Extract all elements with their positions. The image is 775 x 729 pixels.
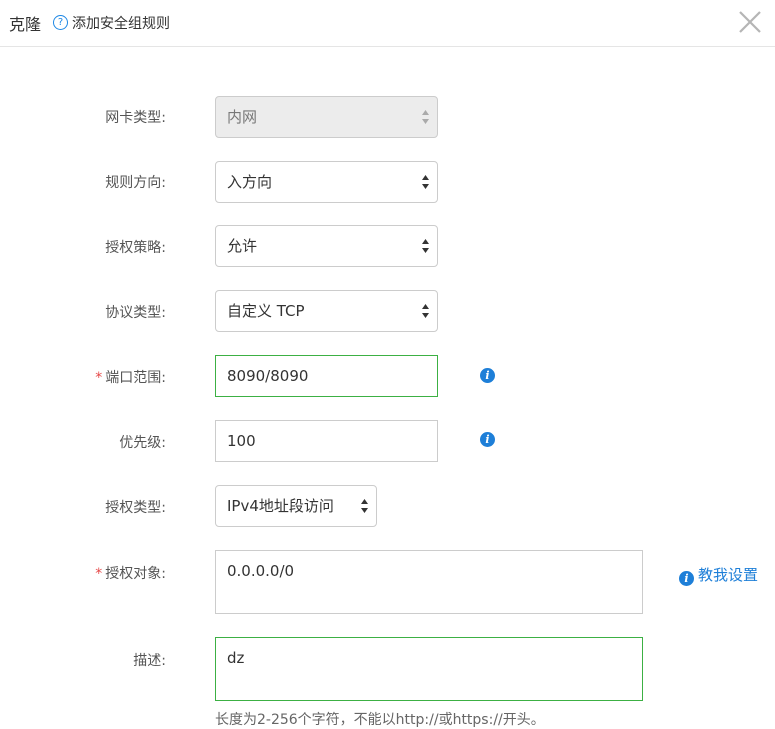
port-range-label-text: 端口范围: xyxy=(105,370,166,386)
port-range-value: 8090/8090 xyxy=(227,367,309,385)
help-setup-link[interactable]: i 教我设置 xyxy=(679,564,758,586)
protocol-label: 协议类型: xyxy=(105,305,166,321)
auth-object-value: 0.0.0.0/0 xyxy=(227,562,295,580)
dialog-title: 克隆 xyxy=(9,15,42,34)
auth-type-select[interactable]: IPv4地址段访问 xyxy=(215,485,377,527)
dialog-header: 克隆 ? 添加安全组规则 xyxy=(0,0,775,47)
help-setup-link-text: 教我设置 xyxy=(698,566,759,584)
info-icon[interactable]: i xyxy=(480,432,495,447)
select-arrows-icon xyxy=(422,239,429,253)
direction-select[interactable]: 入方向 xyxy=(215,161,438,203)
info-icon[interactable]: i xyxy=(480,368,495,383)
required-mark: * xyxy=(95,370,103,386)
protocol-value: 自定义 TCP xyxy=(227,302,305,320)
policy-value: 允许 xyxy=(227,237,258,255)
auth-object-label: * 授权对象: xyxy=(0,563,166,583)
description-hint: 长度为2-256个字符，不能以http://或https://开头。 xyxy=(215,712,545,728)
priority-label: 优先级: xyxy=(119,435,166,451)
close-icon[interactable] xyxy=(737,9,763,35)
info-icon: i xyxy=(679,571,694,586)
policy-select[interactable]: 允许 xyxy=(215,225,438,267)
auth-object-textarea[interactable]: 0.0.0.0/0 xyxy=(215,550,643,614)
nic-type-select: 内网 xyxy=(215,96,438,138)
description-textarea[interactable]: dz xyxy=(215,637,643,701)
select-arrows-icon xyxy=(361,499,368,513)
port-range-input[interactable]: 8090/8090 xyxy=(215,355,438,397)
description-label: 描述: xyxy=(133,653,166,669)
nic-type-label: 网卡类型: xyxy=(105,110,166,126)
dialog-subtitle: 添加安全组规则 xyxy=(72,16,170,32)
select-arrows-icon xyxy=(422,304,429,318)
select-arrows-icon xyxy=(422,110,429,124)
auth-type-label: 授权类型: xyxy=(105,500,166,516)
priority-input[interactable]: 100 xyxy=(215,420,438,462)
description-value: dz xyxy=(227,649,245,667)
port-range-label: * 端口范围: xyxy=(0,367,166,387)
auth-object-label-text: 授权对象: xyxy=(105,566,166,582)
direction-label: 规则方向: xyxy=(105,175,166,191)
nic-type-value: 内网 xyxy=(227,108,258,126)
priority-value: 100 xyxy=(227,432,256,450)
auth-type-value: IPv4地址段访问 xyxy=(227,497,334,515)
direction-value: 入方向 xyxy=(227,173,273,191)
required-mark: * xyxy=(95,566,103,582)
protocol-select[interactable]: 自定义 TCP xyxy=(215,290,438,332)
policy-label: 授权策略: xyxy=(105,240,166,256)
help-icon[interactable]: ? xyxy=(53,15,68,30)
select-arrows-icon xyxy=(422,175,429,189)
